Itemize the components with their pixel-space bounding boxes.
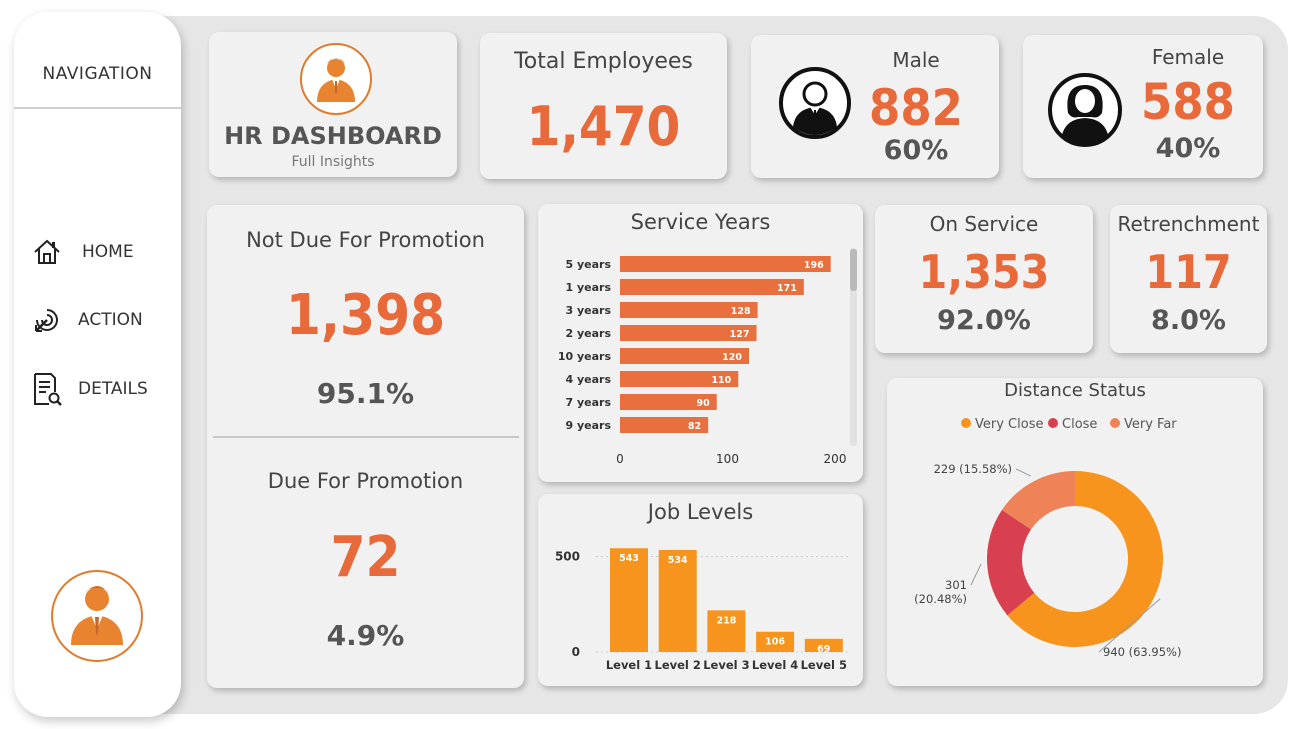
female-user-icon <box>1048 73 1122 147</box>
bar-category-label: 10 years <box>558 350 612 363</box>
distance-status-chart: Very Close Close Very Far 940 (63.95%) 301(2… <box>914 417 1181 659</box>
bar-value-label: 127 <box>730 329 750 340</box>
bar-value-label: 106 <box>765 637 785 648</box>
kpi-percent: 8.0% <box>1151 305 1226 336</box>
slice-label: 301 <box>945 578 967 592</box>
bar-category-label: 4 years <box>565 373 611 386</box>
dashboard-title: HR DASHBOARD <box>224 122 442 150</box>
distance-status-card: Distance Status Very Close Close Very Far 9… <box>887 378 1263 686</box>
kpi-percent: 4.9% <box>326 619 405 652</box>
home-icon <box>30 235 64 269</box>
legend-swatch <box>1110 418 1120 428</box>
legend-label: Very Close <box>975 417 1043 432</box>
total-employees-card: Total Employees 1,470 <box>480 33 727 179</box>
bar-category-label: 2 years <box>565 327 611 340</box>
service-years-chart: 5 years 196 1 years 171 3 years 128 2 years 127… <box>558 248 857 466</box>
bar-value-label: 82 <box>688 421 701 432</box>
legend-swatch <box>1048 418 1058 428</box>
promotion-divider <box>213 436 519 438</box>
x-tick-label: 200 <box>824 452 847 466</box>
scrollbar-thumb[interactable] <box>850 249 857 291</box>
bar-value-label: 110 <box>711 375 731 386</box>
nav-title: NAVIGATION <box>42 64 153 84</box>
leader-line <box>970 563 982 586</box>
x-category-label: Level 2 <box>655 658 701 672</box>
x-category-label: Level 4 <box>752 658 798 672</box>
card-title: Retrenchment <box>1117 212 1260 236</box>
job-levels-chart: 0 500 543 Level 1 534 Level 2 218 Level 3 106 Lev… <box>555 548 848 672</box>
bar-value-label: 120 <box>722 352 742 363</box>
user-avatar-icon[interactable] <box>50 569 144 663</box>
kpi-value: 1,470 <box>526 95 681 158</box>
card-title: Due For Promotion <box>267 469 464 493</box>
y-tick-label: 500 <box>555 549 580 563</box>
card-title: Not Due For Promotion <box>246 228 485 252</box>
bar-category-label: 7 years <box>565 396 611 409</box>
female-card: Female 588 40% <box>1023 35 1263 178</box>
bar-value-label: 128 <box>731 306 751 317</box>
leader-line <box>1015 468 1032 477</box>
kpi-value: 1,353 <box>918 245 1050 299</box>
kpi-percent: 60% <box>883 135 949 166</box>
bar-value-label: 196 <box>804 260 824 271</box>
kpi-value: 117 <box>1145 245 1232 299</box>
card-title: Male <box>892 48 940 72</box>
bar-value-label: 543 <box>619 553 639 564</box>
slice-label: 940 (63.95%) <box>1103 645 1181 659</box>
slice-label: 229 (15.58%) <box>934 462 1012 476</box>
bar-value-label: 218 <box>716 615 736 626</box>
card-title: Female <box>1151 45 1225 69</box>
kpi-value: 882 <box>869 79 963 137</box>
legend-label: Very Far <box>1124 417 1177 432</box>
nav-divider <box>14 107 181 109</box>
legend-label: Close <box>1062 417 1097 432</box>
y-tick-label: 0 <box>572 645 580 659</box>
x-category-label: Level 5 <box>801 658 847 672</box>
kpi-value: 588 <box>1141 73 1235 131</box>
promotion-card: Not Due For Promotion 1,398 95.1% Due Fo… <box>207 205 524 688</box>
bar-value-label: 171 <box>777 283 797 294</box>
legend-swatch <box>961 418 971 428</box>
bar-value-label: 90 <box>697 398 711 409</box>
nav-item-label: HOME <box>82 242 134 262</box>
navigation-sidebar: NAVIGATION HOME ACTION DETAILS <box>14 12 181 717</box>
businessman-icon <box>299 42 373 116</box>
retrenchment-card: Retrenchment 117 8.0% <box>1110 205 1267 353</box>
male-user-icon <box>779 67 851 139</box>
card-title: On Service <box>929 212 1039 236</box>
slice-label: (20.48%) <box>914 592 967 606</box>
bar-category-label: 3 years <box>565 304 611 317</box>
bar-value-label: 69 <box>817 644 830 655</box>
x-category-label: Level 1 <box>606 658 652 672</box>
action-icon <box>30 303 64 337</box>
nav-item-details[interactable]: DETAILS <box>30 372 148 406</box>
kpi-percent: 40% <box>1155 133 1221 164</box>
kpi-percent: 95.1% <box>316 377 415 410</box>
details-icon <box>30 372 64 406</box>
kpi-percent: 92.0% <box>937 305 1031 336</box>
card-title: Total Employees <box>514 49 693 74</box>
x-tick-label: 0 <box>616 452 624 466</box>
dashboard-title-card: HR DASHBOARD Full Insights <box>209 32 457 177</box>
nav-item-label: DETAILS <box>78 379 148 399</box>
service-bar <box>620 256 831 272</box>
bar-category-label: 9 years <box>565 419 611 432</box>
bar-category-label: 5 years <box>565 258 611 271</box>
x-category-label: Level 3 <box>703 658 749 672</box>
service-years-card: Service Years 5 years 196 1 years 171 3 year… <box>538 204 863 482</box>
kpi-value: 72 <box>330 525 401 590</box>
male-card: Male 882 60% <box>751 35 999 178</box>
kpi-value: 1,398 <box>285 283 446 348</box>
dashboard-subtitle: Full Insights <box>291 154 375 170</box>
bar-value-label: 534 <box>668 555 688 566</box>
nav-item-home[interactable]: HOME <box>30 235 134 269</box>
x-tick-label: 100 <box>716 452 739 466</box>
on-service-card: On Service 1,353 92.0% <box>875 205 1093 353</box>
job-levels-card: Job Levels 0 500 543 Level 1 534 Level 2 218 Le… <box>538 494 863 686</box>
nav-item-action[interactable]: ACTION <box>30 303 143 337</box>
nav-item-label: ACTION <box>78 310 143 330</box>
bar-category-label: 1 years <box>565 281 611 294</box>
